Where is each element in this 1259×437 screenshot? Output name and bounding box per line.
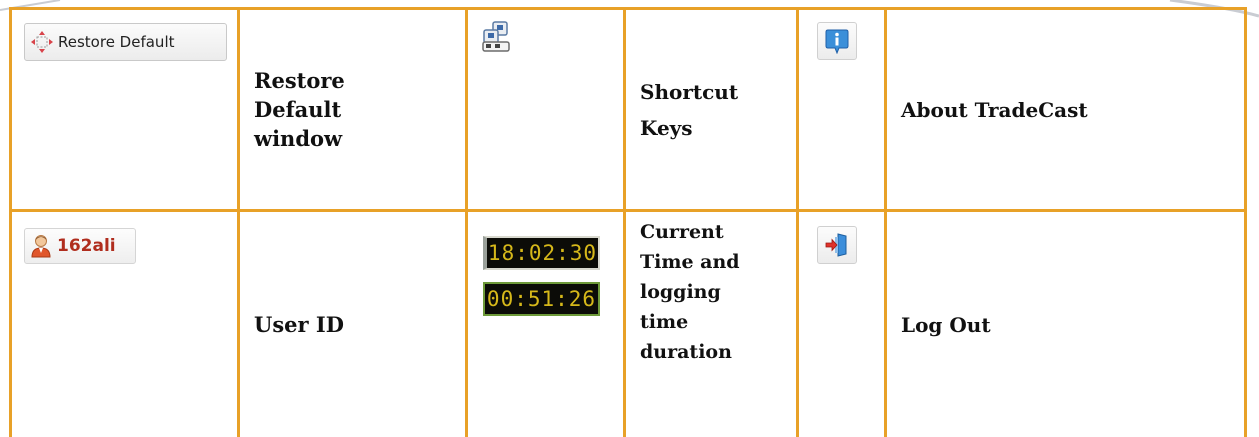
user-icon — [31, 234, 51, 258]
current-time-clock: 18:02:30 — [483, 236, 600, 270]
time-desc-line: Current — [640, 217, 740, 247]
shortcut-description: Shortcut Keys — [626, 74, 796, 146]
restore-desc-line: window — [254, 124, 465, 153]
restore-description: Restore Default window — [240, 66, 465, 153]
shortcut-keys-button[interactable] — [478, 18, 514, 54]
time-desc-line: duration — [640, 337, 740, 367]
shortcut-keys-icon — [481, 20, 511, 52]
logout-desc-cell: Log Out — [886, 211, 1246, 437]
shortcut-icon-cell — [467, 9, 625, 211]
time-desc-line: logging — [640, 277, 740, 307]
user-desc-cell: User ID — [239, 211, 467, 437]
restore-desc-line: Default — [254, 95, 465, 124]
user-cell: 162ali — [11, 211, 239, 437]
user-id-label: 162ali — [57, 236, 116, 256]
shortcut-desc-line: Shortcut — [640, 74, 796, 110]
logout-description: Log Out — [887, 307, 1244, 343]
restore-default-button[interactable]: Restore Default — [24, 23, 227, 61]
time-desc-cell: Current Time and logging time duration — [625, 211, 798, 437]
feature-table: Restore Default Restore Default window — [9, 7, 1247, 437]
about-button[interactable] — [817, 22, 857, 60]
shortcut-desc-line: Keys — [640, 110, 796, 146]
about-description: About TradeCast — [887, 92, 1244, 128]
time-description: Current Time and logging time duration — [640, 217, 740, 367]
logout-icon-cell — [798, 211, 886, 437]
about-icon-cell — [798, 9, 886, 211]
restore-icon — [31, 31, 53, 53]
logout-button[interactable] — [817, 226, 857, 264]
clock-cell: 18:02:30 00:51:26 — [467, 211, 625, 437]
session-duration-clock: 00:51:26 — [483, 282, 600, 316]
restore-cell: Restore Default — [11, 9, 239, 211]
user-id-chip[interactable]: 162ali — [24, 228, 136, 264]
table-row: 162ali User ID 18:02:30 00:51:26 Current… — [11, 211, 1246, 437]
restore-desc-cell: Restore Default window — [239, 9, 467, 211]
logout-icon — [824, 232, 850, 258]
restore-default-label: Restore Default — [58, 33, 175, 51]
restore-desc-line: Restore — [254, 66, 465, 95]
time-desc-line: Time and — [640, 247, 740, 277]
table-row: Restore Default Restore Default window — [11, 9, 1246, 211]
about-desc-cell: About TradeCast — [886, 9, 1246, 211]
info-icon — [825, 28, 849, 54]
shortcut-desc-cell: Shortcut Keys — [625, 9, 798, 211]
time-desc-line: time — [640, 307, 740, 337]
user-id-description: User ID — [240, 307, 465, 343]
